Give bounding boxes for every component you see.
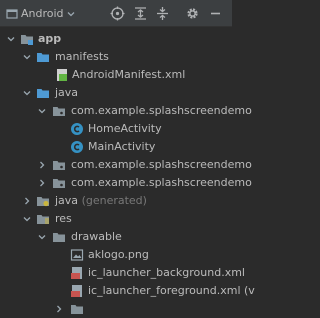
java-generated-label: java: [55, 194, 79, 207]
tree-label-package-main: com.example.splashscreendemo: [71, 104, 252, 117]
android-view-icon: [6, 8, 18, 19]
package-folder-icon: [53, 107, 65, 116]
chevron-down-icon[interactable]: [23, 89, 31, 97]
chevron-down-icon[interactable]: [38, 107, 46, 115]
chevron-down-icon[interactable]: [7, 35, 15, 43]
tree-row-ic-launcher-foreground[interactable]: ic_launcher_foreground.xml (v: [0, 282, 255, 300]
tree-row-partial[interactable]: [0, 300, 232, 318]
tree-label-manifests: manifests: [55, 50, 109, 63]
tree-row-java[interactable]: java: [0, 84, 232, 102]
tree-row-package-test[interactable]: com.example.splashscreendemo: [0, 174, 252, 192]
tree-label-java-generated: java (generated): [55, 192, 147, 210]
expand-all-icon[interactable]: [133, 6, 148, 21]
tree-row-home-activity[interactable]: HomeActivity: [0, 120, 232, 138]
manifest-file-icon: [57, 69, 67, 81]
view-selector[interactable]: Android: [6, 5, 75, 22]
tree-row-ic-launcher-background[interactable]: ic_launcher_background.xml: [0, 264, 245, 282]
tree-row-drawable[interactable]: drawable: [0, 228, 232, 246]
class-icon: [71, 123, 83, 135]
generated-source-folder-icon: [37, 197, 49, 207]
tree-label-aklogo: aklogo.png: [88, 248, 149, 261]
chevron-down-icon[interactable]: [23, 215, 31, 223]
tree-label-ic-launcher-background: ic_launcher_background.xml: [88, 266, 245, 279]
xml-file-icon: [71, 285, 82, 297]
tree-label-package-android-test: com.example.splashscreendemo: [71, 158, 252, 171]
xml-file-icon: [71, 267, 82, 279]
package-folder-icon: [53, 161, 65, 170]
image-file-icon: [70, 249, 84, 261]
collapse-all-icon[interactable]: [155, 6, 170, 21]
folder-icon: [53, 233, 65, 242]
tree-row-aklogo[interactable]: aklogo.png: [0, 246, 232, 264]
module-folder-icon: [21, 35, 33, 45]
tree-label-app: app: [38, 32, 62, 45]
tree-row-res[interactable]: res: [0, 210, 232, 228]
tree-row-package-main[interactable]: com.example.splashscreendemo: [0, 102, 252, 120]
tree-label-ic-launcher-foreground: ic_launcher_foreground.xml (v: [88, 284, 255, 297]
generated-suffix: (generated): [81, 194, 147, 207]
tree-row-java-generated[interactable]: java (generated): [0, 192, 232, 210]
folder-icon: [71, 305, 83, 314]
class-icon: [71, 141, 83, 153]
hide-dash-icon[interactable]: [208, 6, 223, 21]
tree-label-main-activity: MainActivity: [88, 140, 156, 153]
resource-folder-icon: [37, 215, 49, 224]
project-toolbar: Android: [0, 0, 232, 27]
tree-label-drawable: drawable: [71, 230, 122, 243]
folder-icon: [37, 53, 49, 62]
tree-row-android-manifest[interactable]: AndroidManifest.xml: [0, 66, 232, 84]
source-folder-icon: [37, 89, 49, 98]
view-selector-label: Android: [21, 7, 64, 20]
chevron-down-icon[interactable]: [23, 53, 31, 61]
chevron-right-icon[interactable]: [38, 179, 46, 187]
tree-label-android-manifest: AndroidManifest.xml: [72, 68, 186, 81]
gear-icon[interactable]: [185, 6, 200, 21]
chevron-right-icon[interactable]: [38, 161, 46, 169]
tree-row-main-activity[interactable]: MainActivity: [0, 138, 232, 156]
tree-label-package-test: com.example.splashscreendemo: [71, 176, 252, 189]
tree-row-package-android-test[interactable]: com.example.splashscreendemo: [0, 156, 252, 174]
tree-label-java: java: [55, 86, 79, 99]
chevron-down-icon[interactable]: [38, 233, 46, 241]
tree-label-home-activity: HomeActivity: [88, 122, 162, 135]
tree-row-app[interactable]: app: [0, 30, 232, 48]
tree-label-res: res: [55, 212, 72, 225]
chevron-right-icon[interactable]: [55, 305, 63, 313]
tree-row-manifests[interactable]: manifests: [0, 48, 232, 66]
locate-target-icon[interactable]: [110, 6, 125, 21]
chevron-right-icon[interactable]: [23, 197, 31, 205]
package-folder-icon: [53, 179, 65, 188]
chevron-down-icon: [67, 11, 74, 16]
